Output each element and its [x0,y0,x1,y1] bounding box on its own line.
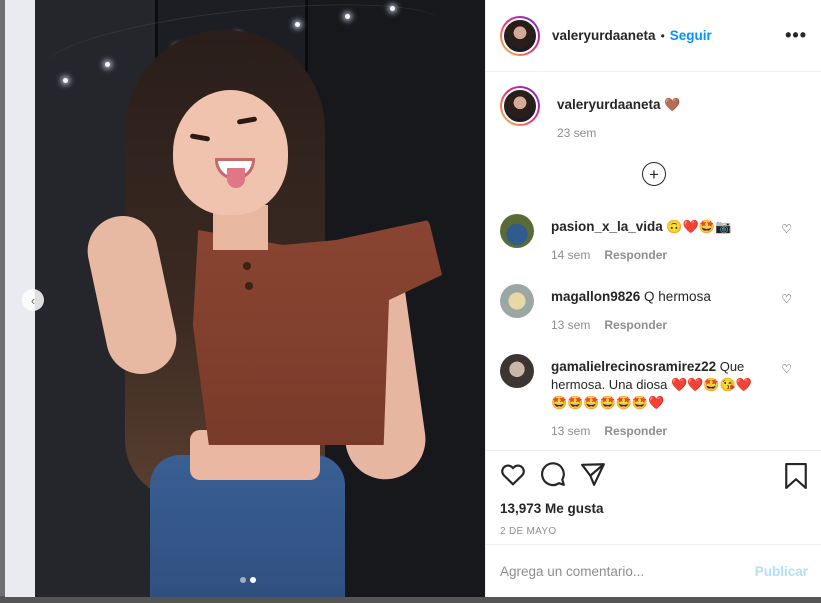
light-bulb [345,14,350,19]
separator: • [660,28,665,43]
comment-text: Q hermosa [640,289,711,304]
comment-text: 🙃❤️🤩📷 [662,219,732,234]
avatar[interactable] [500,214,534,248]
backdrop-bottom [0,596,821,603]
comment-username[interactable]: pasion_x_la_vida [551,219,663,234]
plus-circle-icon[interactable]: + [642,162,666,186]
carousel-prev-button[interactable]: ‹ [22,289,44,311]
comment-username[interactable]: magallon9826 [551,289,640,304]
photo-face [173,90,288,215]
reply-button[interactable]: Responder [604,248,667,262]
like-comment-heart-icon[interactable]: ♡ [781,222,792,236]
light-bulb [63,78,68,83]
chevron-left-icon: ‹ [30,292,36,308]
likes-count[interactable]: 13,973 Me gusta [500,501,808,516]
comment-time[interactable]: 13 sem [551,318,590,332]
caption-time[interactable]: 23 sem [557,126,596,140]
follow-button[interactable]: Seguir [670,28,712,43]
avatar[interactable] [500,86,540,126]
light-bulb [295,22,300,27]
comment-icon[interactable] [540,461,566,487]
photo-tongue [227,168,245,188]
post-panel: valeryurdaaneta • Seguir ••• valeryurdaa… [485,0,821,597]
comment-item: magallon9826 Q hermosa 13 sem Responder ♡ [500,284,808,332]
avatar[interactable] [500,354,534,388]
caption: valeryurdaaneta 🤎 23 sem [500,86,808,140]
post-header: valeryurdaaneta • Seguir ••• [486,0,821,72]
comment-item: pasion_x_la_vida 🙃❤️🤩📷 14 sem Responder ♡ [500,214,808,262]
comment-item: gamalielrecinosramirez22 Que hermosa. Un… [500,354,808,438]
post-date[interactable]: 2 DE MAYO [500,526,808,537]
comment-username[interactable]: gamalielrecinosramirez22 [551,359,716,374]
publish-button[interactable]: Publicar [755,564,808,579]
carousel-dot-active [250,577,256,583]
caption-text: 🤎 [664,97,681,112]
caption-username[interactable]: valeryurdaaneta [557,97,661,112]
post-actions: 13,973 Me gusta 2 DE MAYO [486,450,821,544]
carousel-dots [240,577,256,583]
load-more-comments[interactable]: + [500,162,808,186]
share-icon[interactable] [580,462,606,486]
reply-button[interactable]: Responder [604,318,667,332]
more-options-icon[interactable]: ••• [785,25,807,46]
like-comment-heart-icon[interactable]: ♡ [781,292,792,306]
add-comment-bar: Publicar [486,544,821,597]
heart-icon[interactable] [500,462,526,486]
comment-time[interactable]: 14 sem [551,248,590,262]
shirt-button [243,262,251,270]
comment-time[interactable]: 13 sem [551,424,590,438]
like-comment-heart-icon[interactable]: ♡ [781,362,792,376]
shirt-button [245,282,253,290]
bookmark-icon[interactable] [784,463,808,494]
username-link[interactable]: valeryurdaaneta [552,28,656,43]
comments-list[interactable]: valeryurdaaneta 🤎 23 sem + pasion_x_la_v… [486,72,821,450]
carousel-dot [240,577,246,583]
avatar[interactable] [500,15,540,56]
light-bulb [390,6,395,11]
comment-input[interactable] [500,563,755,579]
light-bulb [105,62,110,67]
post-photo[interactable]: ‹ [5,0,485,597]
reply-button[interactable]: Responder [604,424,667,438]
avatar[interactable] [500,284,534,318]
